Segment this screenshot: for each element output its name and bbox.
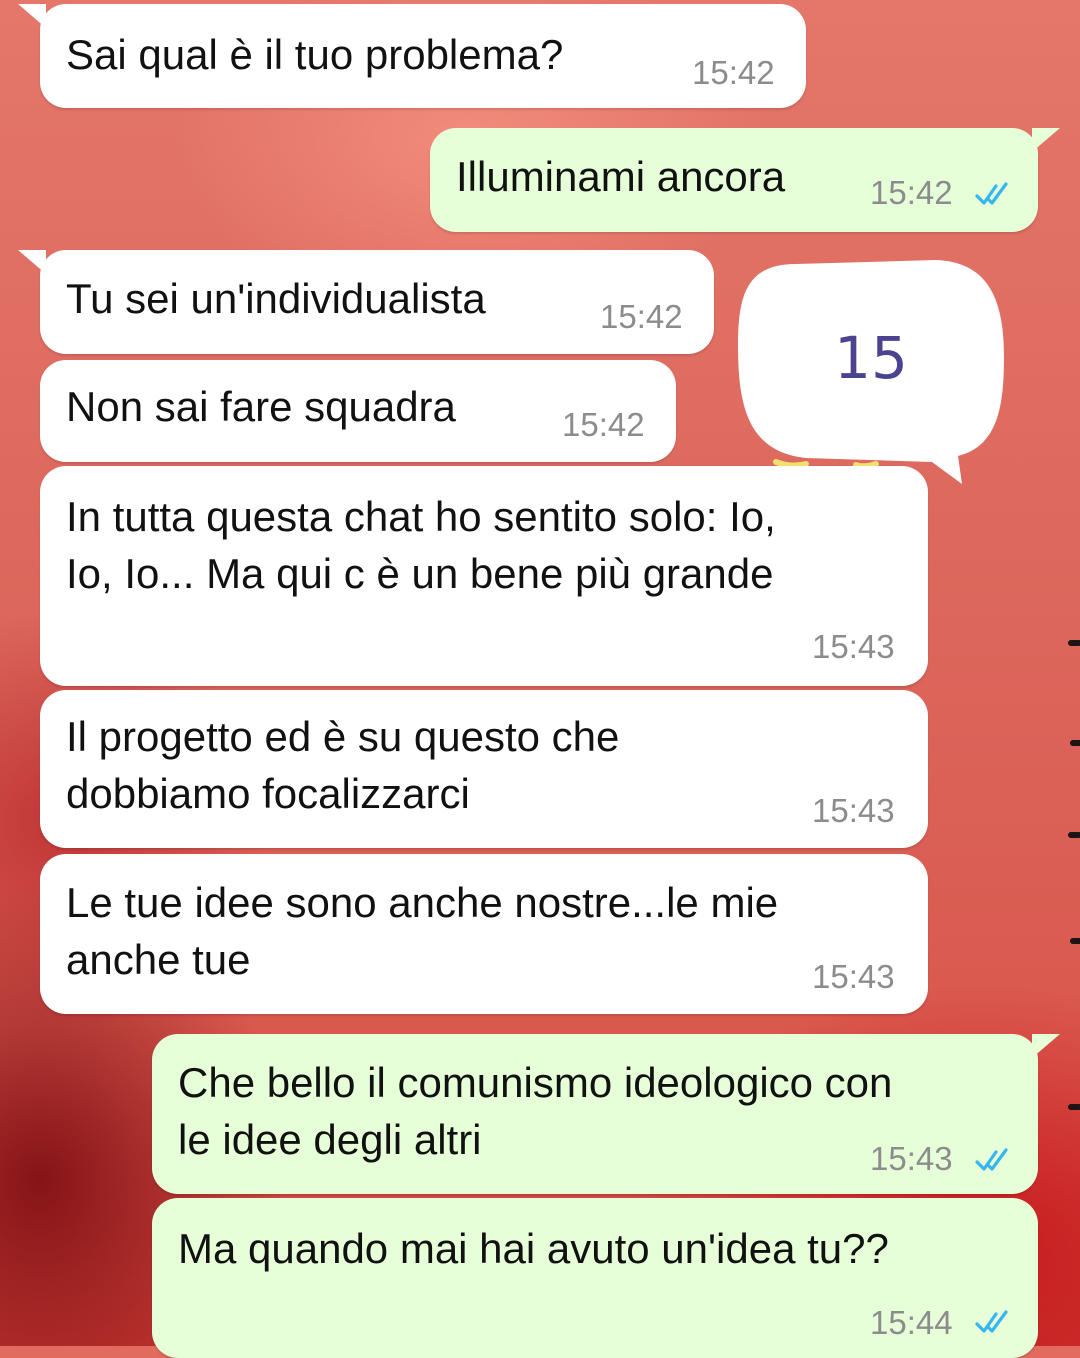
message-time: 15:42 [600, 298, 683, 335]
message-time: 15:43 [812, 958, 895, 995]
message-time: 15:43 [870, 1140, 953, 1177]
bubble-tail [1032, 128, 1060, 152]
double-check-icon [975, 1148, 1008, 1171]
message-time: 15:43 [812, 792, 895, 829]
double-check-icon [975, 182, 1008, 205]
message-time: 15:43 [812, 628, 895, 665]
message-bubble-incoming[interactable]: Le tue idee sono anche nostre...le mie a… [40, 854, 928, 1014]
message-time: 15:42 [692, 54, 775, 91]
bubble-tail [18, 250, 46, 274]
message-bubble-incoming[interactable]: Il progetto ed è su questo che dobbiamo … [40, 690, 928, 848]
message-text: Sai qual è il tuo problema? [66, 31, 564, 78]
message-text: In tutta questa chat ho sentito solo: Io… [66, 493, 776, 597]
message-bubble-incoming[interactable]: Sai qual è il tuo problema? 15:42 [18, 4, 806, 108]
message-bubble-incoming[interactable]: Tu sei un'individualista 15:42 [18, 250, 714, 354]
message-text: Tu sei un'individualista [66, 275, 486, 322]
message-time: 15:44 [870, 1304, 953, 1341]
message-bubble-outgoing[interactable]: Illuminami ancora 15:42 [430, 128, 1060, 232]
message-time: 15:42 [562, 406, 645, 443]
speech-bubble-icon [738, 260, 1004, 484]
message-time: 15:42 [870, 174, 953, 211]
bubble-tail [1032, 1034, 1060, 1058]
message-text: Il progetto ed è su questo che dobbiamo … [66, 713, 620, 817]
message-text: Ma quando mai hai avuto un'idea tu?? [178, 1225, 889, 1272]
message-text: Le tue idee sono anche nostre...le mie a… [66, 879, 779, 983]
message-bubble-outgoing[interactable]: Che bello il comunismo ideologico con le… [152, 1034, 1060, 1194]
message-bubble-incoming[interactable]: Non sai fare squadra 15:42 [40, 360, 676, 462]
message-bubble-incoming[interactable]: In tutta questa chat ho sentito solo: Io… [40, 466, 928, 686]
message-bubble-outgoing[interactable]: Ma quando mai hai avuto un'idea tu?? 15:… [152, 1198, 1038, 1358]
double-check-icon [975, 1310, 1008, 1333]
bubble-tail [18, 4, 46, 28]
